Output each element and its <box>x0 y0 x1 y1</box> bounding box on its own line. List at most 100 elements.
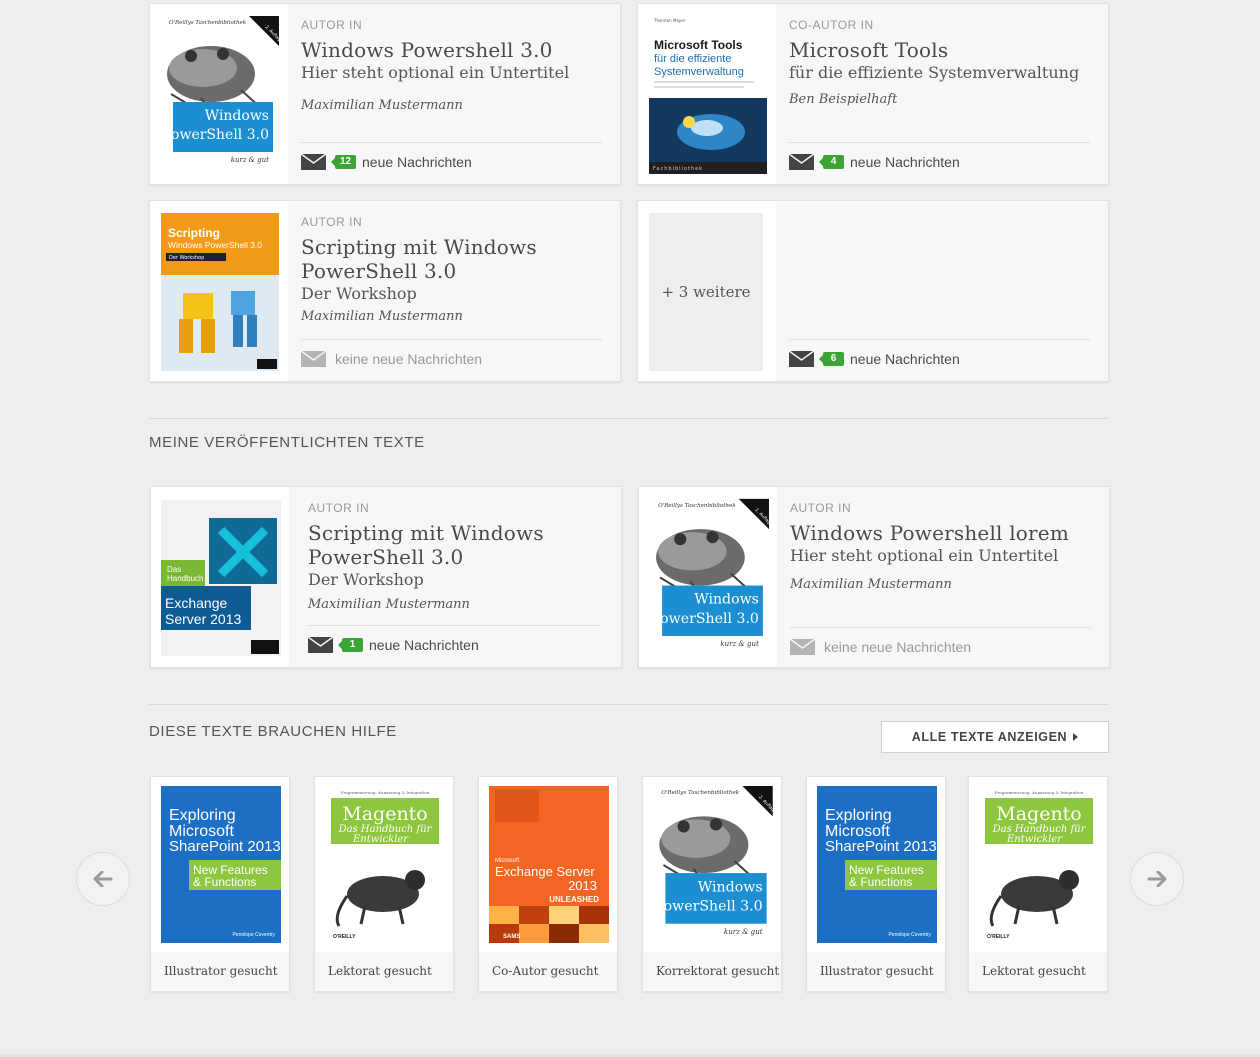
message-status[interactable]: keine neue Nachrichten <box>335 351 482 367</box>
book-card[interactable]: O'Reillys Taschenbibliothek 2. Auflage W… <box>149 3 621 185</box>
book-cover-magento[interactable]: Programmierung, Anpassung & Integration … <box>979 786 1099 943</box>
svg-text:Das: Das <box>167 565 181 574</box>
message-status[interactable]: neue Nachrichten <box>850 351 960 367</box>
book-author: Maximilian Mustermann <box>790 577 952 592</box>
svg-text:Windows: Windows <box>698 879 763 895</box>
book-info: AUTOR IN Windows Powershell 3.0 Hier ste… <box>301 18 602 113</box>
svg-text:Exploring: Exploring <box>825 807 892 824</box>
book-author: Maximilian Mustermann <box>301 98 463 113</box>
book-card[interactable]: Das Handbuch Exchange Server 2013 AUTOR … <box>150 486 622 668</box>
svg-text:Exchange: Exchange <box>165 595 227 611</box>
book-title[interactable]: Windows Powershell 3.0 <box>301 38 602 62</box>
svg-text:PowerShell 3.0: PowerShell 3.0 <box>162 127 269 143</box>
book-subtitle: Hier steht optional ein Untertitel <box>790 546 1059 565</box>
message-count-badge: 6 <box>819 351 844 366</box>
book-cover-area: Das Handbuch Exchange Server 2013 <box>151 487 289 667</box>
book-card[interactable]: Thorsten Mayer Microsoft Tools für die e… <box>637 3 1109 185</box>
svg-text:O'REILLY: O'REILLY <box>333 934 356 940</box>
book-cover-area: O'Reillys Taschenbibliothek 2. Auflage W… <box>639 487 777 667</box>
messages-bar[interactable]: 6 neue Nachrichten <box>789 339 1090 369</box>
messages-bar[interactable]: 4 neue Nachrichten <box>789 142 1090 172</box>
help-book-card[interactable]: Microsoft Exchange Server 2013 UNLEASHED… <box>478 776 618 992</box>
message-status[interactable]: neue Nachrichten <box>369 637 479 653</box>
book-cover-area: Microsoft Exchange Server 2013 UNLEASHED… <box>479 777 617 952</box>
messages-bar[interactable]: keine neue Nachrichten <box>790 627 1091 657</box>
book-cover-area: + 3 weitere <box>638 201 776 381</box>
book-title[interactable]: Scripting mit Windows PowerShell 3.0 <box>308 521 568 569</box>
help-book-card[interactable]: Exploring Microsoft SharePoint 2013 New … <box>806 776 946 992</box>
book-cover-exchange-unleashed[interactable]: Microsoft Exchange Server 2013 UNLEASHED… <box>489 786 609 943</box>
message-count-badge: 4 <box>819 154 844 169</box>
play-arrow-icon <box>1073 733 1079 741</box>
book-cover-toad-powershell[interactable]: O'Reillys Taschenbibliothek 2. Auflage W… <box>653 786 773 943</box>
book-info: AUTOR IN Scripting mit Windows PowerShel… <box>308 501 603 612</box>
svg-text:Fachbibliothek: Fachbibliothek <box>653 166 703 172</box>
section-divider <box>149 704 1109 705</box>
svg-text:SharePoint 2013: SharePoint 2013 <box>169 838 281 855</box>
messages-bar[interactable]: 1 neue Nachrichten <box>308 625 599 655</box>
svg-text:Systemverwaltung: Systemverwaltung <box>654 66 744 78</box>
svg-text:Programmierung, Anpassung & In: Programmierung, Anpassung & Integration <box>994 790 1084 795</box>
book-card[interactable]: Scripting Windows PowerShell 3.0 Der Wor… <box>149 200 621 382</box>
book-author: Maximilian Mustermann <box>308 597 470 612</box>
help-book-card[interactable]: O'Reillys Taschenbibliothek 2. Auflage W… <box>642 776 782 992</box>
svg-text:Entwickler: Entwickler <box>352 834 409 845</box>
book-title[interactable]: Scripting mit Windows PowerShell 3.0 <box>301 235 561 283</box>
book-cover-sharepoint-2013[interactable]: Exploring Microsoft SharePoint 2013 New … <box>161 786 281 943</box>
section-divider <box>149 418 1109 419</box>
book-cover-area: Scripting Windows PowerShell 3.0 Der Wor… <box>150 201 288 381</box>
book-title[interactable]: Microsoft Tools <box>789 38 1090 62</box>
book-cover-area: Thorsten Mayer Microsoft Tools für die e… <box>638 4 776 184</box>
book-role: AUTOR IN <box>301 215 363 229</box>
svg-text:Penelope Coventry: Penelope Coventry <box>888 932 931 938</box>
book-card[interactable]: O'Reillys Taschenbibliothek 2. Auflage W… <box>638 486 1110 668</box>
svg-text:Programmierung, Anpassung & In: Programmierung, Anpassung & Integration <box>340 790 430 795</box>
svg-text:Exploring: Exploring <box>169 807 236 824</box>
carousel-next-button[interactable] <box>1130 852 1184 906</box>
message-status[interactable]: neue Nachrichten <box>362 154 472 170</box>
show-all-texts-button[interactable]: ALLE TEXTE ANZEIGEN <box>881 721 1109 753</box>
svg-text:Handbuch: Handbuch <box>167 574 203 583</box>
messages-bar[interactable]: 12 neue Nachrichten <box>301 142 602 172</box>
svg-text:kurz & gut: kurz & gut <box>720 639 759 648</box>
book-role: AUTOR IN <box>301 18 363 32</box>
book-subtitle: Der Workshop <box>308 570 424 589</box>
mail-icon <box>301 153 326 170</box>
section-title-published: MEINE VERÖFFENTLICHTEN TEXTE <box>149 434 425 451</box>
help-needed-label: Lektorat gesucht <box>982 964 1086 978</box>
help-needed-label: Co-Autor gesucht <box>492 964 599 978</box>
help-book-card[interactable]: Programmierung, Anpassung & Integration … <box>968 776 1108 992</box>
messages-bar[interactable]: keine neue Nachrichten <box>301 339 602 369</box>
svg-text:Windows PowerShell 3.0: Windows PowerShell 3.0 <box>168 240 262 250</box>
book-cover-toad-powershell[interactable]: O'Reillys Taschenbibliothek 2. Auflage W… <box>161 16 279 174</box>
svg-text:O'REILLY: O'REILLY <box>987 934 1010 940</box>
help-needed-label: Korrektorat gesucht <box>656 964 780 978</box>
book-cover-sharepoint-2013[interactable]: Exploring Microsoft SharePoint 2013 New … <box>817 786 937 943</box>
svg-text:kurz & gut: kurz & gut <box>231 156 269 164</box>
book-cover-magento[interactable]: Programmierung, Anpassung & Integration … <box>325 786 445 943</box>
more-books-card[interactable]: + 3 weitere 6 neue Nachrichten <box>637 200 1109 382</box>
book-cover-scripting-robots[interactable]: Scripting Windows PowerShell 3.0 Der Wor… <box>161 213 279 371</box>
book-info: AUTOR IN Windows Powershell lorem Hier s… <box>790 501 1091 592</box>
book-info: AUTOR IN Scripting mit Windows PowerShel… <box>301 215 602 324</box>
book-cover-toad-powershell[interactable]: O'Reillys Taschenbibliothek 2. Auflage W… <box>650 498 769 659</box>
svg-text:Entwickler: Entwickler <box>1006 834 1063 845</box>
book-role: AUTOR IN <box>790 501 852 515</box>
book-title[interactable]: Windows Powershell lorem <box>790 521 1091 545</box>
svg-text:Magento: Magento <box>342 803 428 825</box>
carousel-prev-button[interactable] <box>76 852 130 906</box>
help-book-card[interactable]: Exploring Microsoft SharePoint 2013 New … <box>150 776 290 992</box>
book-cover-area: Exploring Microsoft SharePoint 2013 New … <box>807 777 945 952</box>
book-cover-exchange-2013[interactable]: Das Handbuch Exchange Server 2013 <box>161 500 281 656</box>
more-books-link[interactable]: + 3 weitere <box>649 213 763 371</box>
help-book-card[interactable]: Programmierung, Anpassung & Integration … <box>314 776 454 992</box>
message-status[interactable]: neue Nachrichten <box>850 154 960 170</box>
arrow-left-icon <box>93 871 113 887</box>
svg-text:Penelope Coventry: Penelope Coventry <box>232 932 275 938</box>
book-cover-ms-tools[interactable]: Thorsten Mayer Microsoft Tools für die e… <box>649 16 767 174</box>
svg-text:SharePoint 2013: SharePoint 2013 <box>825 838 937 855</box>
svg-text:Thorsten Mayer: Thorsten Mayer <box>653 18 686 23</box>
message-status[interactable]: keine neue Nachrichten <box>824 639 971 655</box>
arrow-right-icon <box>1147 871 1167 887</box>
svg-text:Windows: Windows <box>694 592 759 608</box>
